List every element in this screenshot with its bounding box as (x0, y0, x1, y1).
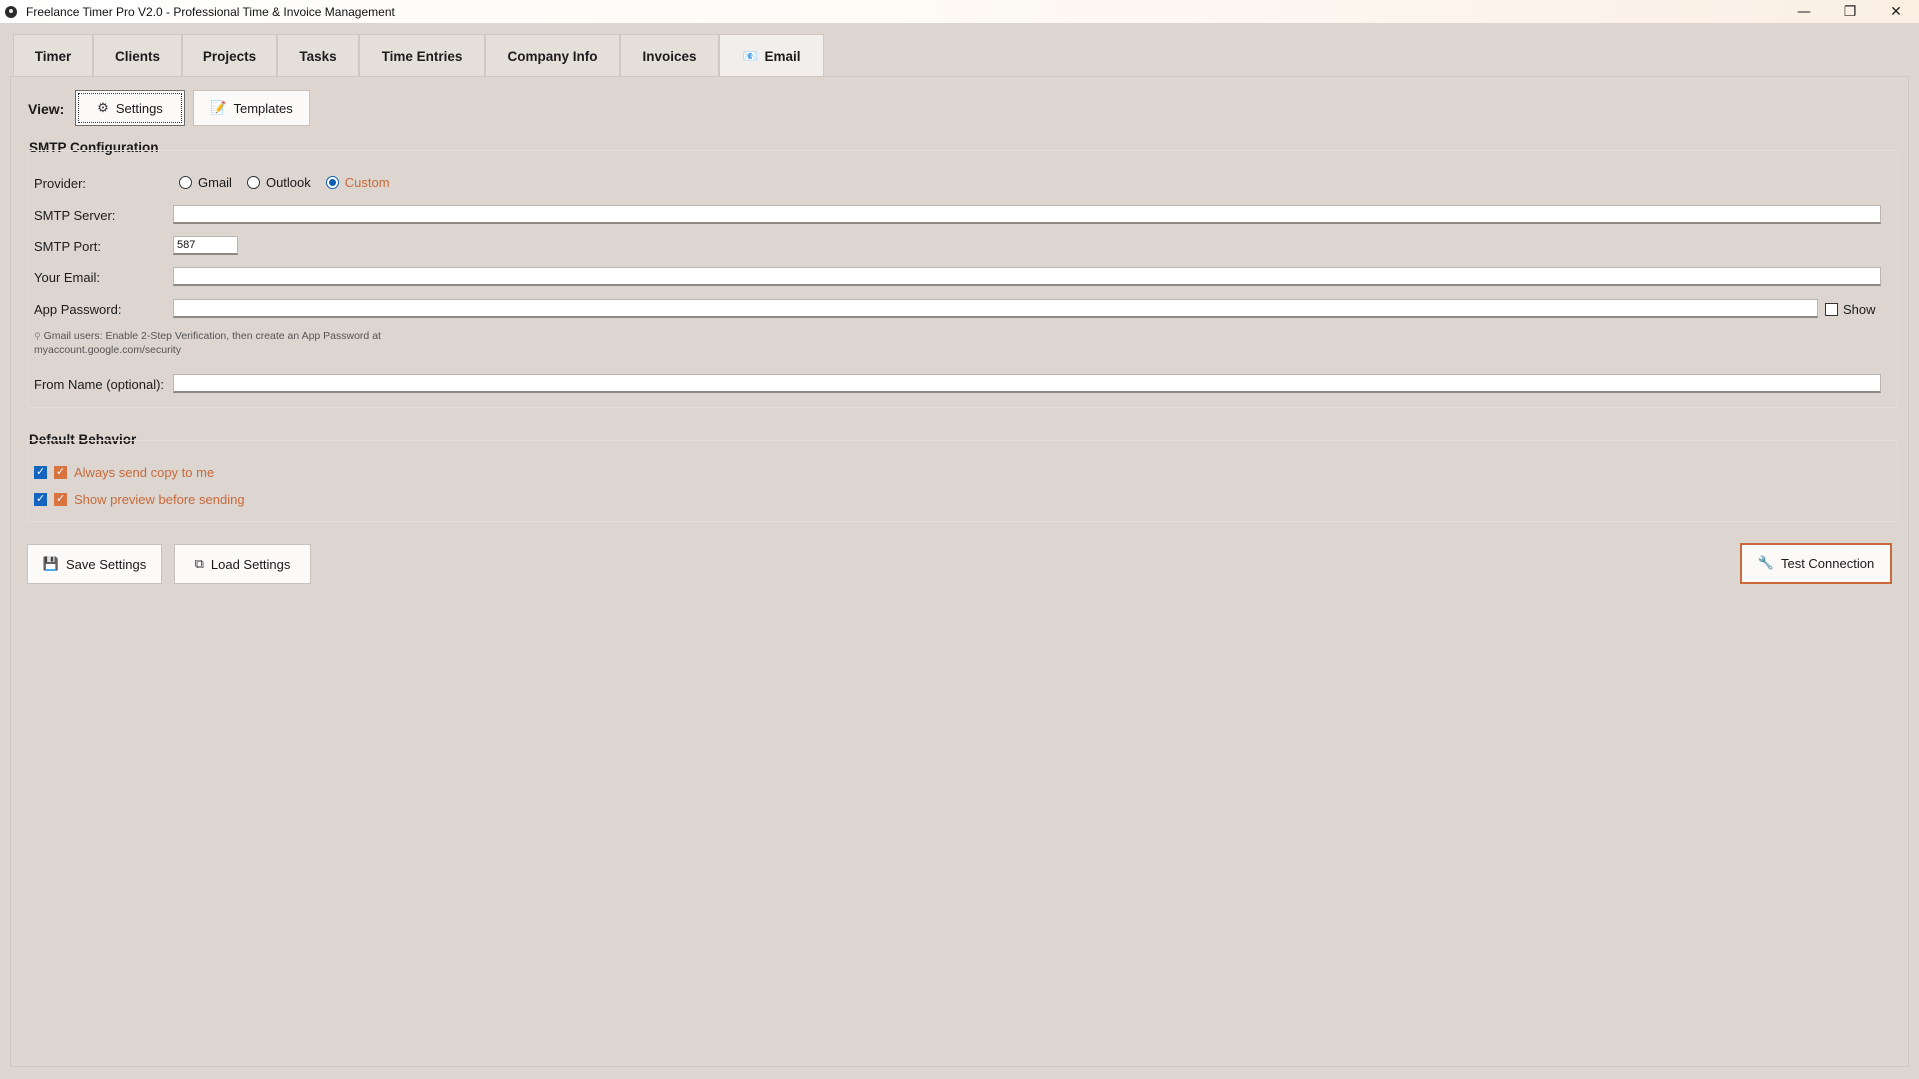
document-edit-icon: 📝 (210, 100, 227, 116)
app-password-input[interactable] (173, 299, 1818, 318)
window-controls: — ❐ ✕ (1781, 0, 1919, 23)
provider-gmail-radio[interactable]: Gmail (179, 175, 232, 190)
window-title: Freelance Timer Pro V2.0 - Professional … (26, 4, 395, 19)
always-copy-label[interactable]: Always send copy to me (74, 465, 214, 480)
show-preview-label[interactable]: Show preview before sending (74, 492, 245, 507)
smtp-port-label: SMTP Port: (34, 239, 101, 254)
load-settings-button[interactable]: ⧉ Load Settings (174, 544, 311, 584)
pin-icon: ⚲ (34, 331, 41, 341)
view-label: View: (28, 101, 65, 117)
always-copy-checkbox[interactable] (34, 465, 47, 479)
tab-clients[interactable]: Clients (93, 34, 182, 77)
app-icon (5, 5, 17, 18)
provider-outlook-radio[interactable]: Outlook (246, 175, 311, 190)
provider-custom-radio[interactable]: Custom (325, 175, 390, 190)
default-behavior-group (27, 440, 1898, 522)
show-preview-checkbox-indicator[interactable] (54, 492, 67, 506)
save-settings-button[interactable]: 💾 Save Settings (27, 544, 162, 584)
gear-icon: ⚙ (97, 100, 109, 116)
show-password-label: Show (1843, 302, 1876, 317)
maximize-icon[interactable]: ❐ (1827, 0, 1873, 23)
provider-label: Provider: (34, 176, 87, 191)
your-email-label: Your Email: (34, 270, 100, 285)
gmail-hint: ⚲ Gmail users: Enable 2-Step Verification… (34, 330, 381, 356)
test-connection-button[interactable]: 🔧 Test Connection (1740, 543, 1892, 584)
show-password-checkbox[interactable] (1825, 303, 1838, 316)
email-icon: 📧 (742, 49, 758, 63)
tab-bar: Timer Clients Projects Tasks Time Entrie… (13, 34, 824, 77)
smtp-port-input[interactable]: 587 (173, 236, 238, 255)
minimize-icon[interactable]: — (1781, 0, 1827, 23)
settings-view-button[interactable]: ⚙ Settings (75, 90, 185, 126)
always-copy-checkbox-indicator[interactable] (54, 465, 67, 479)
close-icon[interactable]: ✕ (1873, 0, 1919, 23)
app-password-label: App Password: (34, 302, 122, 317)
tab-time-entries[interactable]: Time Entries (359, 34, 485, 77)
from-name-input[interactable] (173, 374, 1881, 393)
smtp-server-input[interactable] (173, 205, 1881, 224)
tab-email[interactable]: 📧 Email (719, 34, 824, 77)
tab-projects[interactable]: Projects (182, 34, 277, 77)
wrench-icon: 🔧 (1757, 556, 1774, 571)
tab-tasks[interactable]: Tasks (277, 34, 359, 77)
provider-radio-group: Gmail Outlook Custom (179, 175, 405, 190)
smtp-server-label: SMTP Server: (34, 208, 116, 223)
show-preview-checkbox[interactable] (34, 492, 47, 506)
tab-timer[interactable]: Timer (13, 34, 93, 77)
from-name-label: From Name (optional): (34, 377, 165, 392)
tab-company-info[interactable]: Company Info (485, 34, 620, 77)
load-icon: ⧉ (194, 556, 204, 572)
your-email-input[interactable] (173, 267, 1881, 286)
title-bar: Freelance Timer Pro V2.0 - Professional … (0, 0, 1919, 23)
floppy-disk-icon: 💾 (42, 556, 59, 572)
tab-invoices[interactable]: Invoices (620, 34, 719, 77)
templates-view-button[interactable]: 📝 Templates (193, 90, 310, 126)
